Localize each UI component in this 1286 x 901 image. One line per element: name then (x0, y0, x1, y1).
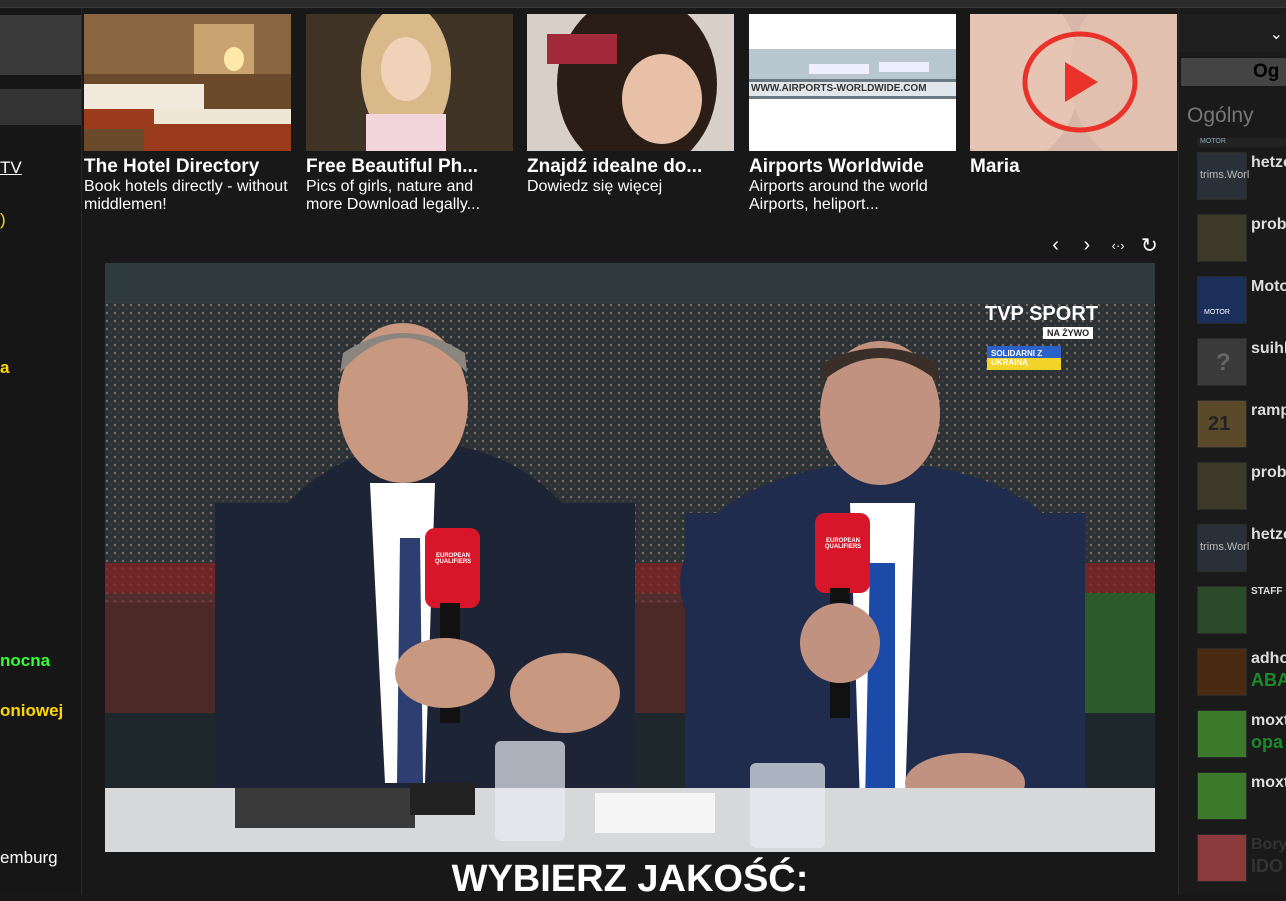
section-title: Ogólny (1187, 104, 1254, 127)
ad-thumbnail-hotel[interactable] (84, 14, 291, 151)
ad-title[interactable]: Maria (970, 156, 1177, 178)
chat-top-strip: MOTOR (1197, 138, 1286, 147)
chat-username[interactable]: prob (1251, 464, 1286, 482)
chat-username[interactable]: moxt (1251, 774, 1286, 792)
chat-user-row[interactable]: MOTOR Moto (1189, 272, 1286, 326)
ad-description: Pics of girls, nature and more Download … (306, 178, 481, 213)
chat-username[interactable]: Moto (1251, 278, 1286, 296)
refresh-icon[interactable]: ↻ (1139, 233, 1160, 258)
sidebar-item[interactable]: nocna (0, 651, 50, 671)
chat-username[interactable]: suihl (1251, 340, 1286, 358)
ad-card[interactable]: Free Beautiful Ph... Pics of girls, natu… (306, 14, 513, 214)
chat-message: ABA (1251, 670, 1286, 690)
chat-user-row[interactable]: moxt opa (1189, 706, 1286, 760)
avatar[interactable] (1197, 834, 1247, 882)
chat-user-row[interactable]: trims.Worl hetzo (1189, 520, 1286, 574)
chat-username[interactable]: hetzo (1251, 154, 1286, 172)
ad-title[interactable]: The Hotel Directory (84, 156, 291, 178)
sidebar-item[interactable]: ) (0, 210, 6, 230)
ad-thumbnail-dating[interactable] (527, 14, 734, 151)
chat-message: opa (1251, 732, 1284, 752)
chat-username[interactable]: STAFF (1251, 586, 1282, 597)
ad-title[interactable]: Free Beautiful Ph... (306, 156, 513, 178)
chat-username[interactable]: moxt (1251, 712, 1286, 730)
tab-general[interactable]: Og (1181, 58, 1286, 86)
chat-message: IDO (1251, 856, 1284, 876)
avatar[interactable] (1197, 710, 1247, 758)
ad-description: Book hotels directly - without middlemen… (84, 178, 288, 213)
chat-user-row[interactable]: Bory IDO (1189, 830, 1286, 884)
chat-username[interactable]: adho (1251, 650, 1286, 668)
right-header: ⌄ (1179, 14, 1286, 52)
sidebar-item[interactable]: a (0, 358, 9, 378)
ad-title[interactable]: Znajdź idealne do... (527, 156, 734, 178)
mic-label-right: EUROPEAN QUALIFIERS (824, 538, 862, 550)
ad-description: Airports around the world Airports, heli… (749, 178, 928, 213)
sidebar-item[interactable]: emburg (0, 848, 58, 868)
chat-user-row[interactable]: ? suihl (1189, 334, 1286, 388)
sidebar-item[interactable]: oniowej (0, 701, 63, 721)
ad-description: Dowiedz się więcej (527, 178, 663, 195)
ad-card[interactable]: Maria (970, 14, 1177, 178)
ad-card[interactable]: The Hotel Directory Book hotels directly… (84, 14, 291, 214)
expand-icon[interactable]: ‹·› (1108, 238, 1129, 253)
ukraine-ribbon: SOLIDARNI Z UKRAINĄ (987, 346, 1061, 370)
chevron-left-icon[interactable]: ‹ (1045, 234, 1066, 257)
mic-label-left: EUROPEAN QUALIFIERS (434, 553, 472, 565)
live-badge: NA ŻYWO (1043, 327, 1094, 339)
avatar[interactable] (1197, 462, 1247, 510)
channel-logo: TVP SPORT (985, 303, 1098, 325)
avatar[interactable]: ? (1197, 338, 1247, 386)
ad-thumbnail-video[interactable] (970, 14, 1177, 151)
video-player[interactable]: TVP SPORT NA ŻYWO SOLIDARNI Z UKRAINĄ EU… (105, 263, 1155, 852)
chat-user-row[interactable]: prob (1189, 210, 1286, 264)
avatar[interactable] (1197, 648, 1247, 696)
sidebar-link-tv[interactable]: TV (0, 158, 22, 178)
avatar[interactable]: trims.Worl (1197, 152, 1249, 200)
top-strip (0, 0, 1286, 8)
avatar[interactable] (1197, 214, 1247, 262)
chat-user-row[interactable]: prob (1189, 458, 1286, 512)
chat-user-row[interactable]: adho ABA (1189, 644, 1286, 698)
ad-strip: The Hotel Directory Book hotels directly… (84, 14, 1178, 219)
chat-user-row[interactable]: moxt (1189, 768, 1286, 822)
chat-username[interactable]: ramp (1251, 402, 1286, 420)
chat-username[interactable]: hetzo (1251, 526, 1286, 544)
avatar[interactable] (1197, 772, 1247, 820)
left-header-block (0, 15, 81, 75)
airports-banner-text: WWW.AIRPORTS-WORLDWIDE.COM (751, 83, 927, 94)
left-subheader-block (0, 89, 81, 125)
chevron-icon[interactable]: ⌄ (1270, 24, 1283, 44)
chat-username[interactable]: Bory (1251, 836, 1286, 854)
ad-title[interactable]: Airports Worldwide (749, 156, 956, 178)
avatar[interactable]: trims.Worl (1197, 524, 1249, 572)
chat-user-row[interactable]: trims.Worl hetzo (1189, 148, 1286, 202)
chat-user-row[interactable]: 21 ramp (1189, 396, 1286, 450)
chevron-right-icon[interactable]: › (1076, 234, 1097, 257)
ad-thumbnail-photos[interactable] (306, 14, 513, 151)
avatar[interactable]: MOTOR (1197, 276, 1247, 324)
ad-card[interactable]: Znajdź idealne do... Dowiedz się więcej (527, 14, 734, 196)
chat-username[interactable]: prob (1251, 216, 1286, 234)
ad-card[interactable]: WWW.AIRPORTS-WORLDWIDE.COM Airports Worl… (749, 14, 956, 214)
avatar[interactable]: 21 (1197, 400, 1247, 448)
left-sidebar: TV ) a nocna oniowej emburg (0, 8, 82, 895)
carousel-controls: ‹ › ‹·› ↻ (1045, 232, 1160, 258)
right-panel: ⌄ Og Ogólny MOTOR trims.Worl hetzo prob … (1178, 8, 1286, 895)
avatar[interactable] (1197, 586, 1247, 634)
chat-user-row[interactable]: STAFF (1189, 582, 1286, 636)
ad-thumbnail-airports[interactable]: WWW.AIRPORTS-WORLDWIDE.COM (749, 14, 956, 151)
